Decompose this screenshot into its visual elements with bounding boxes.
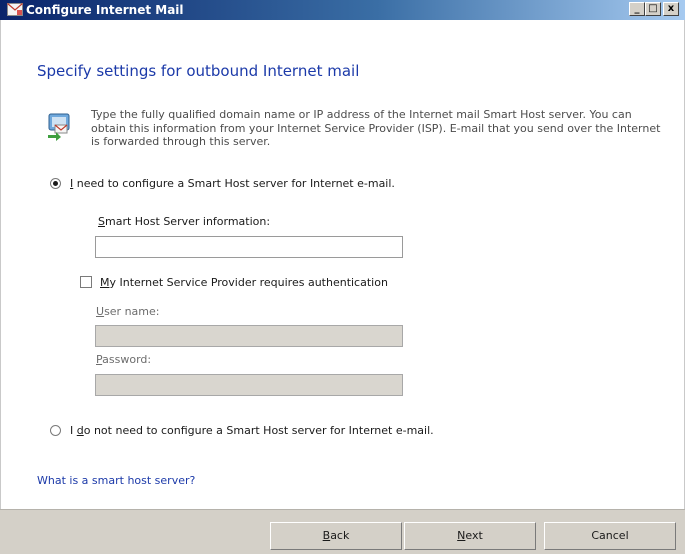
mail-server-icon: [48, 113, 70, 141]
window-title: Configure Internet Mail: [26, 3, 184, 17]
title-bar[interactable]: Configure Internet Mail _ □ x: [0, 0, 685, 20]
mail-icon: [7, 3, 23, 16]
configure-smart-host-radio[interactable]: [50, 178, 61, 189]
maximize-icon: □: [648, 3, 658, 14]
cancel-button[interactable]: Cancel: [544, 522, 676, 550]
user-name-label: User name:: [96, 305, 160, 318]
smart-host-help-link[interactable]: What is a smart host server?: [37, 474, 195, 487]
password-label: Password:: [96, 353, 152, 366]
smart-host-server-input[interactable]: [95, 236, 403, 258]
user-name-input[interactable]: [95, 325, 403, 347]
configure-smart-host-label[interactable]: I need to configure a Smart Host server …: [70, 177, 395, 190]
isp-authentication-checkbox[interactable]: [80, 276, 92, 288]
configure-internet-mail-window: Configure Internet Mail _ □ x Specify se…: [0, 0, 685, 554]
close-button[interactable]: x: [663, 2, 679, 16]
minimize-button[interactable]: _: [629, 2, 645, 16]
no-smart-host-radio[interactable]: [50, 425, 61, 436]
close-icon: x: [667, 3, 675, 14]
back-button[interactable]: Back: [270, 522, 402, 550]
window-border-left: [0, 20, 1, 509]
smart-host-server-label: Smart Host Server information:: [98, 215, 271, 228]
isp-authentication-label[interactable]: My Internet Service Provider requires au…: [100, 276, 388, 289]
password-input[interactable]: [95, 374, 403, 396]
maximize-button[interactable]: □: [645, 2, 661, 16]
page-title: Specify settings for outbound Internet m…: [37, 62, 360, 80]
next-button[interactable]: Next: [404, 522, 536, 550]
instructions-text: Type the fully qualified domain name or …: [91, 108, 661, 148]
minimize-icon: _: [634, 3, 640, 14]
no-smart-host-label[interactable]: I do not need to configure a Smart Host …: [70, 424, 434, 437]
